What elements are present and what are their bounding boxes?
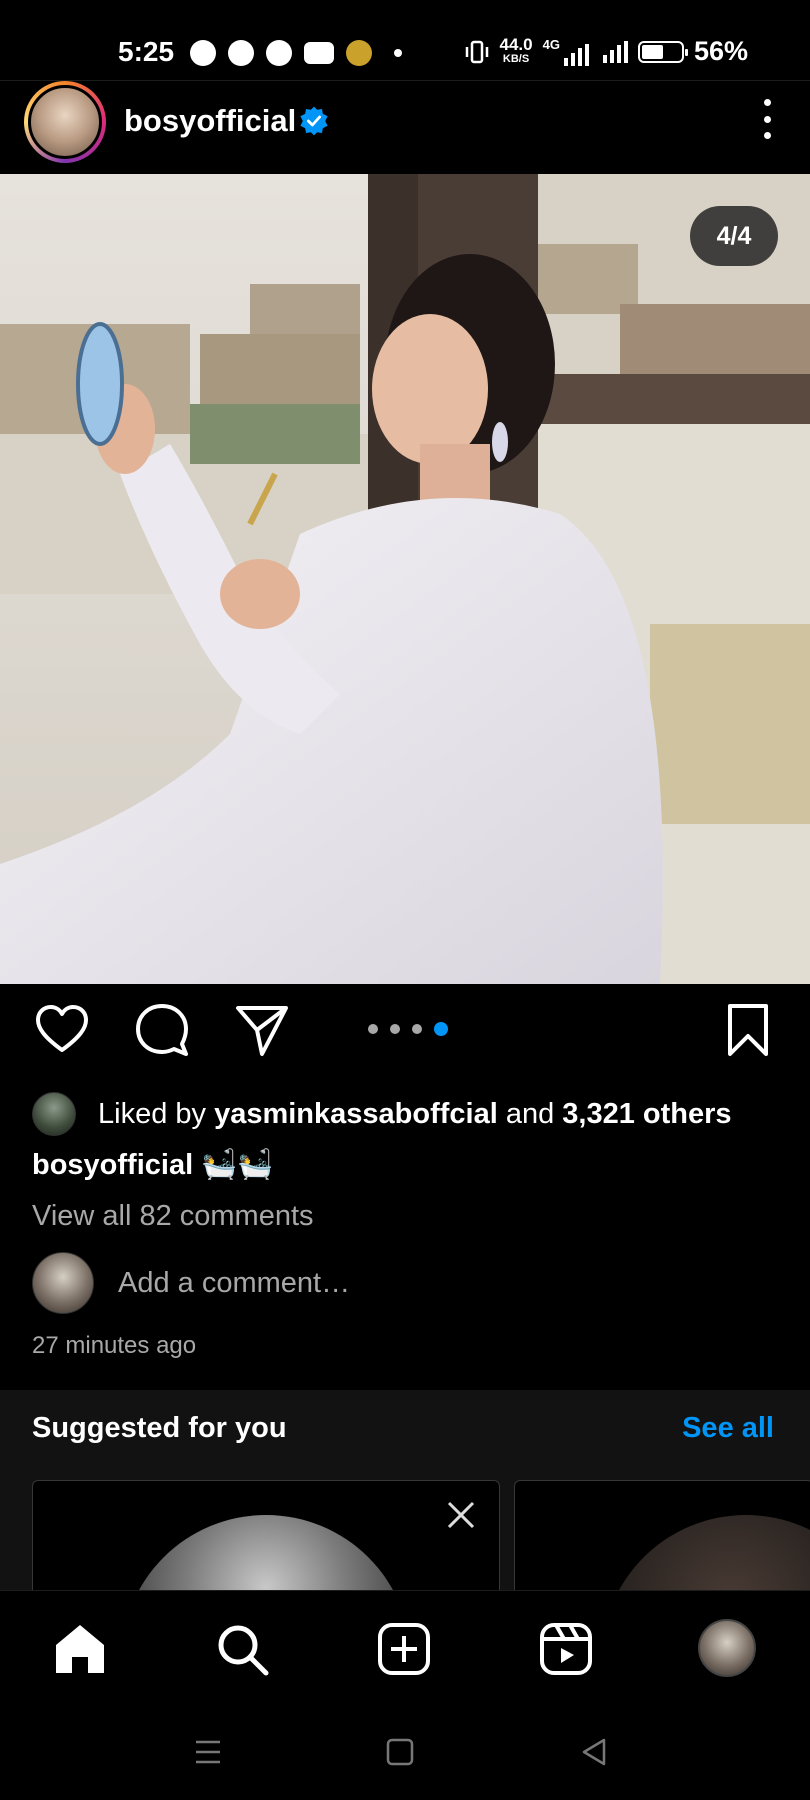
bottom-navigation (0, 1590, 810, 1708)
battery-fill (641, 44, 664, 59)
network-type: 4G (542, 37, 560, 52)
network-speed-value: 44.0 (499, 34, 533, 54)
status-bar: 5:25 44.0 KB/S 4G 56% (0, 0, 810, 84)
back-icon[interactable] (574, 1732, 614, 1772)
liker-avatar (32, 1092, 76, 1136)
likes-others[interactable]: 3,321 others (562, 1098, 731, 1131)
see-all-link[interactable]: See all (682, 1412, 774, 1445)
post-header: bosyofficial (0, 80, 810, 174)
image-counter-badge: 4/4 (690, 206, 778, 266)
profile-tab[interactable] (698, 1619, 756, 1677)
close-icon[interactable] (445, 1499, 477, 1531)
add-comment-row[interactable]: Add a comment… (32, 1252, 350, 1314)
snapchat-notification-icon (228, 40, 254, 66)
post-actions (0, 1000, 810, 1070)
profile-avatar (698, 1619, 756, 1677)
likes-summary[interactable]: Liked by yasminkassaboffcial and 3,321 o… (32, 1092, 732, 1136)
verified-badge-icon (300, 106, 328, 136)
search-icon[interactable] (214, 1621, 270, 1677)
author-avatar[interactable] (24, 81, 106, 163)
network-speed: 44.0 KB/S (499, 34, 533, 66)
status-time: 5:25 (118, 36, 175, 67)
signal-4g: 4G (543, 37, 589, 66)
reels-icon[interactable] (538, 1621, 594, 1677)
vibrate-icon (465, 40, 488, 63)
comment-icon[interactable] (132, 1000, 192, 1060)
post-timestamp: 27 minutes ago (32, 1332, 197, 1359)
create-icon[interactable] (376, 1621, 432, 1677)
signal-bars-2-icon (602, 40, 628, 63)
app-notification-icon (346, 40, 372, 66)
home-button-icon[interactable] (380, 1732, 420, 1772)
likes-and: and (505, 1097, 555, 1130)
my-avatar (32, 1252, 94, 1314)
bookmark-icon[interactable] (718, 1000, 778, 1060)
caption-text: 🛀🛀 (201, 1149, 274, 1181)
system-navigation (0, 1708, 810, 1800)
battery-icon (637, 40, 688, 63)
likes-prefix: Liked by (98, 1097, 207, 1130)
chat-notification-icon (190, 40, 216, 66)
post-image[interactable]: 4/4 (0, 174, 810, 984)
add-comment-input[interactable]: Add a comment… (118, 1267, 350, 1300)
carousel-dot (412, 1024, 422, 1034)
share-icon[interactable] (232, 1000, 292, 1060)
suggested-user-avatar (601, 1515, 810, 1600)
status-indicators: 44.0 KB/S 4G 56% (464, 36, 748, 67)
more-options-icon[interactable] (762, 99, 772, 139)
author-username[interactable]: bosyofficial (124, 103, 296, 139)
post-photo (0, 174, 810, 984)
liker-username[interactable]: yasminkassaboffcial (214, 1098, 498, 1131)
signal-bars-icon (563, 44, 589, 66)
youtube-notification-icon (304, 42, 334, 64)
home-icon[interactable] (52, 1621, 108, 1677)
messenger-notification-icon (266, 40, 292, 66)
network-speed-unit: KB/S (502, 52, 530, 65)
instagram-post-screen: 5:25 44.0 KB/S 4G 56% bosyofficial 4/4 L… (0, 0, 810, 1800)
post-caption: bosyofficial 🛀🛀 (32, 1148, 273, 1182)
suggested-user-avatar (121, 1515, 411, 1600)
author-avatar-image (28, 85, 102, 159)
carousel-dot-active (434, 1022, 448, 1036)
suggested-section: Suggested for you See all (0, 1390, 810, 1600)
view-all-comments-link[interactable]: View all 82 comments (32, 1200, 314, 1233)
more-notifications-icon (394, 49, 402, 57)
carousel-indicator (368, 1022, 448, 1036)
caption-username[interactable]: bosyofficial (32, 1149, 193, 1181)
carousel-dot (368, 1024, 378, 1034)
suggested-card[interactable] (32, 1480, 500, 1600)
suggested-title: Suggested for you (32, 1412, 287, 1444)
carousel-dot (390, 1024, 400, 1034)
suggested-card[interactable] (514, 1480, 810, 1600)
notification-icons (190, 40, 402, 66)
heart-icon[interactable] (32, 1000, 92, 1060)
menu-icon[interactable] (188, 1732, 228, 1772)
battery-percent: 56% (693, 36, 748, 66)
